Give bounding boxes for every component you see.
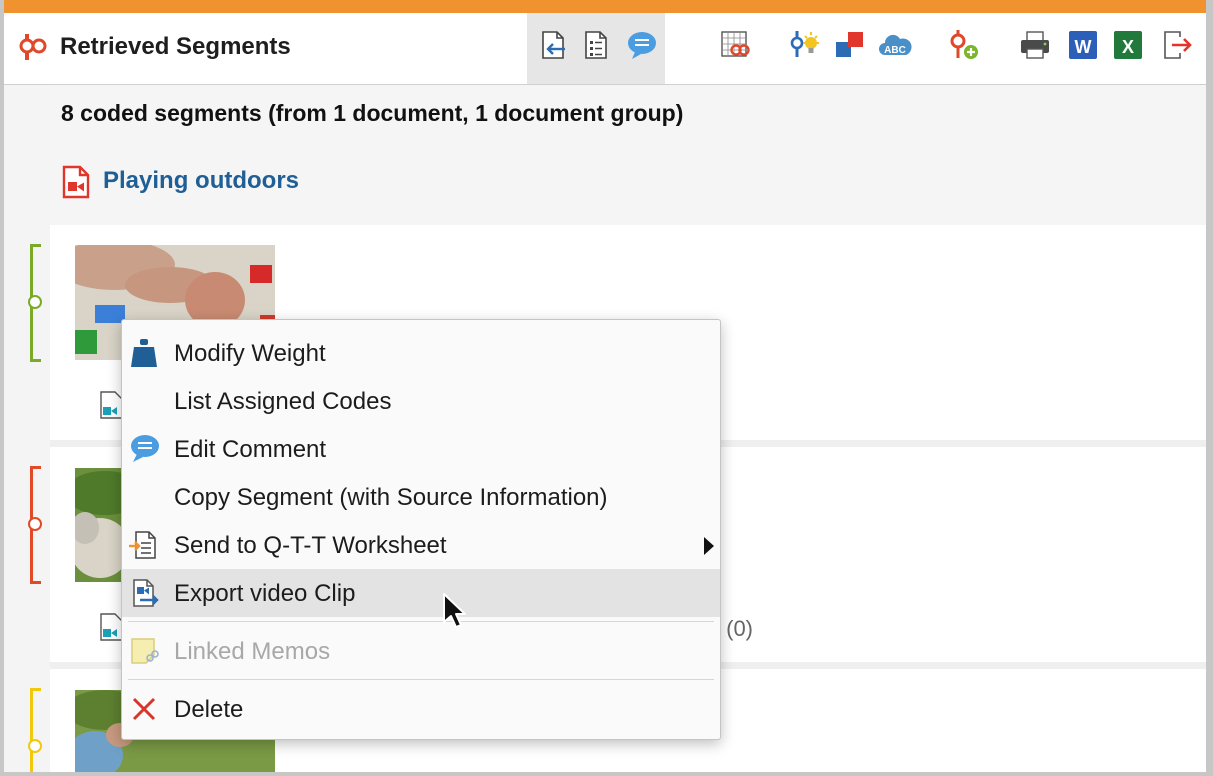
export-video-icon	[128, 577, 160, 609]
title-accent-bar	[4, 0, 1206, 13]
excel-export-icon[interactable]: X	[1111, 28, 1145, 62]
context-menu: Modify Weight List Assigned Codes Edit C…	[121, 319, 721, 740]
menu-item-list-assigned-codes[interactable]: List Assigned Codes	[122, 377, 720, 425]
menu-item-modify-weight[interactable]: Modify Weight	[122, 329, 720, 377]
submenu-arrow-icon	[704, 537, 714, 555]
code-bracket-dot	[28, 739, 42, 753]
menu-item-label: Send to Q-T-T Worksheet	[174, 532, 447, 559]
list-view-icon[interactable]	[579, 28, 613, 62]
code-bracket	[30, 688, 41, 772]
left-code-strip	[4, 85, 50, 772]
segment-grid-icon[interactable]	[718, 28, 752, 62]
retrieved-segments-window: Retrieved Segments ABC W X 8 coded segme…	[4, 0, 1206, 772]
video-document-icon	[62, 165, 90, 199]
add-code-icon[interactable]	[947, 28, 981, 62]
word-export-icon[interactable]: W	[1066, 28, 1100, 62]
excel-label: X	[1122, 37, 1134, 57]
toolbar: Retrieved Segments ABC W X	[4, 13, 1206, 85]
delete-x-icon	[128, 693, 160, 725]
menu-item-linked-memos: Linked Memos	[122, 627, 720, 675]
menu-item-label: Delete	[174, 696, 244, 723]
view-toggle-group	[527, 13, 665, 84]
code-bulb-icon[interactable]	[788, 28, 822, 62]
results-header: 8 coded segments (from 1 document, 1 doc…	[50, 85, 1206, 225]
menu-item-copy-segment[interactable]: Copy Segment (with Source Information)	[122, 473, 720, 521]
memo-link-icon	[128, 635, 160, 667]
menu-item-export-video-clip[interactable]: Export video Clip	[122, 569, 720, 617]
comment-bubble-icon	[128, 433, 160, 465]
menu-item-label: Copy Segment (with Source Information)	[174, 484, 608, 511]
code-bracket-dot	[28, 295, 42, 309]
menu-item-delete[interactable]: Delete	[122, 685, 720, 733]
weight-icon	[128, 337, 160, 369]
menu-separator	[128, 679, 714, 680]
segment-summary: 8 coded segments (from 1 document, 1 doc…	[61, 100, 684, 126]
menu-separator	[128, 621, 714, 622]
comment-icon[interactable]	[625, 28, 659, 62]
code-segments-icon	[18, 32, 48, 62]
exit-icon[interactable]	[1160, 28, 1194, 62]
worksheet-icon	[128, 529, 160, 561]
window-title: Retrieved Segments	[60, 33, 291, 60]
smart-coding-icon[interactable]	[832, 28, 866, 62]
menu-item-label: Edit Comment	[174, 436, 327, 463]
menu-item-label: List Assigned Codes	[174, 388, 392, 415]
word-cloud-abc-icon[interactable]: ABC	[878, 28, 912, 62]
mouse-pointer-icon	[442, 592, 466, 630]
menu-item-edit-comment[interactable]: Edit Comment	[122, 425, 720, 473]
menu-item-label: Linked Memos	[174, 638, 331, 665]
menu-item-label: Modify Weight	[174, 340, 326, 367]
print-icon[interactable]	[1018, 28, 1052, 62]
menu-item-send-to-worksheet[interactable]: Send to Q-T-T Worksheet	[122, 521, 720, 569]
menu-item-label: Export video Clip	[174, 580, 356, 607]
word-label: W	[1075, 37, 1092, 57]
document-name-link[interactable]: Playing outdoors	[103, 167, 299, 195]
abc-label: ABC	[884, 45, 906, 56]
code-bracket-dot	[28, 517, 42, 531]
send-to-worksheet-icon[interactable]	[535, 28, 569, 62]
